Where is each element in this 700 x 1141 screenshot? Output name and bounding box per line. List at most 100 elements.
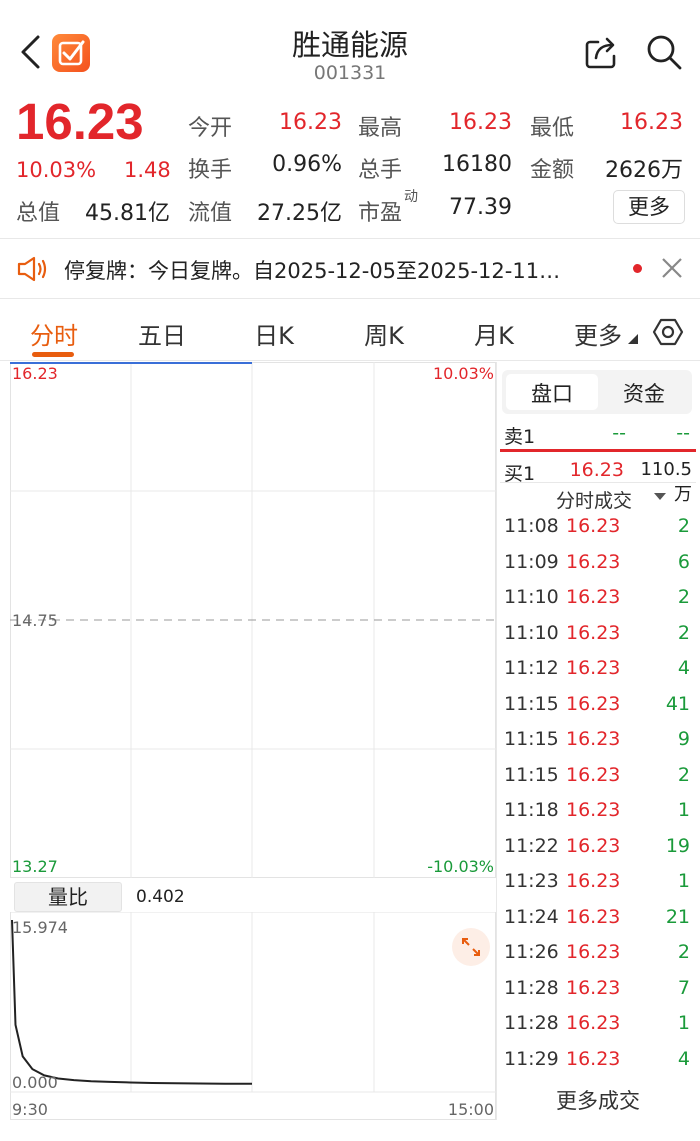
trade-row: 11:08 16.23 2 bbox=[500, 515, 696, 550]
trade-price: 16.23 bbox=[566, 799, 621, 821]
open-label: 今开 bbox=[188, 116, 233, 141]
sell1-volume: -- bbox=[676, 422, 690, 444]
trade-time: 11:28 bbox=[504, 976, 559, 999]
suspension-notice[interactable]: 停复牌：今日复牌。自2025-12-05至2025-12-11… bbox=[64, 255, 624, 285]
trade-volume: 19 bbox=[665, 834, 690, 857]
indicator-axis-bottom: 0.000 bbox=[12, 1073, 58, 1092]
trade-time: 11:08 bbox=[504, 515, 559, 537]
trade-volume: 7 bbox=[677, 976, 690, 999]
tab-funds[interactable]: 资金 bbox=[598, 378, 690, 408]
current-price: 16.23 bbox=[16, 93, 144, 150]
indicator-axis-top: 15.974 bbox=[12, 918, 68, 937]
trade-row: 11:15 16.23 9 bbox=[500, 728, 696, 763]
intraday-chart[interactable] bbox=[10, 362, 496, 878]
float-label: 流值 bbox=[188, 201, 233, 226]
trade-price: 16.23 bbox=[566, 621, 621, 644]
trade-price: 16.23 bbox=[566, 905, 621, 928]
volume-ratio-chart[interactable] bbox=[10, 912, 496, 1120]
unread-dot bbox=[633, 264, 642, 273]
trade-volume: 1 bbox=[677, 799, 690, 821]
tab-weekly-k[interactable]: 周K bbox=[352, 316, 416, 351]
trade-row: 11:24 16.23 21 bbox=[500, 906, 696, 941]
trade-price: 16.23 bbox=[566, 657, 621, 679]
trade-time: 11:26 bbox=[504, 941, 559, 963]
trade-volume: 1 bbox=[677, 870, 690, 892]
pct-axis-bottom: -10.03% bbox=[427, 857, 494, 876]
more-quote-button[interactable]: 更多 bbox=[613, 190, 685, 224]
open-value: 16.23 bbox=[279, 110, 342, 135]
trade-volume: 1 bbox=[677, 1012, 690, 1034]
divider bbox=[0, 298, 700, 299]
sell1-label: 卖1 bbox=[504, 426, 536, 448]
trade-time: 11:29 bbox=[504, 1047, 559, 1070]
tab-intraday[interactable]: 分时 bbox=[22, 316, 86, 351]
trade-row: 11:15 16.23 2 bbox=[500, 764, 696, 799]
trade-price: 16.23 bbox=[566, 941, 621, 963]
trade-row: 11:29 16.23 4 bbox=[500, 1048, 696, 1083]
more-trades-button[interactable]: 更多成交 bbox=[500, 1085, 696, 1115]
expand-icon[interactable] bbox=[452, 928, 490, 966]
trade-price: 16.23 bbox=[566, 1047, 621, 1070]
close-icon[interactable] bbox=[660, 256, 684, 280]
trades-title[interactable]: 分时成交 bbox=[556, 486, 632, 513]
pe-label: 市盈 bbox=[358, 201, 403, 226]
divider bbox=[0, 238, 700, 239]
price-axis-top: 16.23 bbox=[12, 364, 58, 383]
volume-ratio-line bbox=[11, 919, 253, 1085]
pe-value: 77.39 bbox=[449, 195, 512, 220]
trade-time: 11:22 bbox=[504, 834, 559, 857]
tab-daily-k[interactable]: 日K bbox=[242, 316, 306, 351]
trade-row: 11:22 16.23 19 bbox=[500, 835, 696, 870]
trade-price: 16.23 bbox=[566, 586, 621, 608]
book-divider bbox=[500, 449, 696, 452]
low-label: 最低 bbox=[530, 116, 575, 141]
trade-time: 11:24 bbox=[504, 905, 559, 928]
settings-icon[interactable] bbox=[652, 316, 684, 348]
trade-row: 11:15 16.23 41 bbox=[500, 693, 696, 728]
trade-price: 16.23 bbox=[566, 515, 621, 537]
trade-time: 11:15 bbox=[504, 728, 559, 750]
tab-order-book[interactable]: 盘口 bbox=[506, 378, 598, 408]
turnover-value: 0.96% bbox=[272, 152, 342, 177]
trade-volume: 2 bbox=[677, 515, 690, 537]
trade-volume: 9 bbox=[677, 728, 690, 750]
turnover-label: 换手 bbox=[188, 158, 233, 183]
amount-label: 金额 bbox=[530, 158, 575, 183]
trade-price: 16.23 bbox=[566, 728, 621, 750]
trade-price: 16.23 bbox=[566, 692, 621, 715]
trade-time: 11:10 bbox=[504, 621, 559, 644]
trade-row: 11:28 16.23 1 bbox=[500, 1012, 696, 1047]
change-amount: 1.48 bbox=[124, 158, 171, 182]
tab-five-day[interactable]: 五日 bbox=[130, 316, 194, 351]
search-icon[interactable] bbox=[644, 32, 684, 72]
tab-more[interactable]: 更多 bbox=[566, 316, 630, 351]
trade-row: 11:23 16.23 1 bbox=[500, 870, 696, 905]
high-label: 最高 bbox=[358, 116, 403, 141]
pct-axis-top: 10.03% bbox=[432, 364, 494, 383]
amount-value: 2626万 bbox=[605, 158, 683, 183]
trade-row: 11:26 16.23 2 bbox=[500, 941, 696, 976]
low-value: 16.23 bbox=[620, 110, 683, 135]
buy1-price: 16.23 bbox=[569, 459, 624, 481]
trade-price: 16.23 bbox=[566, 1012, 621, 1034]
speaker-icon bbox=[17, 256, 47, 282]
trade-row: 11:18 16.23 1 bbox=[500, 799, 696, 834]
chevron-down-icon[interactable] bbox=[654, 493, 666, 501]
trade-volume: 2 bbox=[677, 941, 690, 963]
trade-price: 16.23 bbox=[566, 550, 621, 573]
trade-time: 11:12 bbox=[504, 657, 559, 679]
indicator-tab[interactable]: 量比 bbox=[14, 882, 122, 912]
pe-superscript: 动 bbox=[404, 189, 418, 205]
tab-monthly-k[interactable]: 月K bbox=[462, 316, 526, 351]
trade-price: 16.23 bbox=[566, 976, 621, 999]
indicator-value: 0.402 bbox=[136, 887, 185, 907]
trade-row: 11:28 16.23 7 bbox=[500, 977, 696, 1012]
trade-time: 11:18 bbox=[504, 799, 559, 821]
share-icon[interactable] bbox=[582, 34, 620, 72]
trade-price: 16.23 bbox=[566, 834, 621, 857]
trade-volume: 2 bbox=[677, 763, 690, 786]
divider bbox=[0, 360, 700, 361]
trade-row: 11:12 16.23 4 bbox=[500, 657, 696, 692]
volume-label: 总手 bbox=[358, 158, 403, 183]
change-percent: 10.03% bbox=[16, 158, 97, 182]
